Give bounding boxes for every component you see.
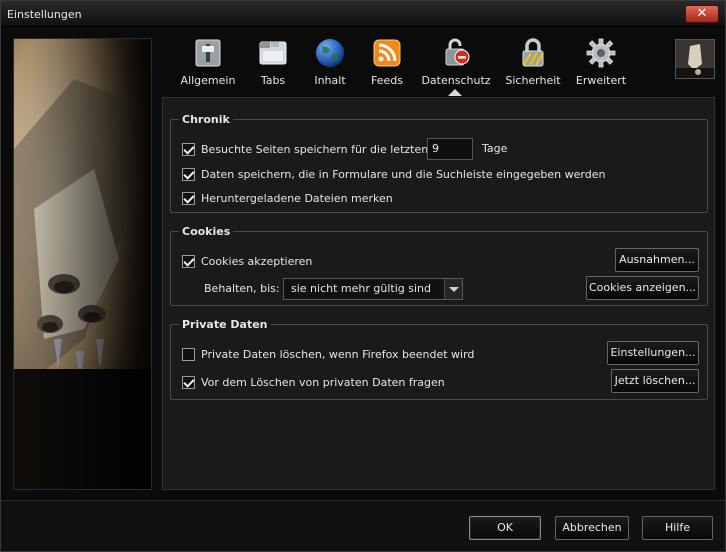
history-days-unit: Tage — [482, 142, 508, 155]
keep-until-select[interactable]: sie nicht mehr gültig sind — [283, 278, 463, 300]
tabs-window-icon — [259, 41, 287, 65]
history-group-title: Chronik — [179, 113, 233, 126]
clear-now-button[interactable]: Jetzt löschen... — [611, 369, 699, 393]
ask-before-clear-label: Vor dem Löschen von privaten Daten frage… — [201, 375, 445, 389]
cookies-accept-checkbox[interactable] — [182, 254, 195, 268]
rss-feed-icon — [373, 39, 401, 67]
cookie-exceptions-button[interactable]: Ausnahmen... — [615, 248, 699, 272]
theme-avatar — [675, 39, 715, 79]
tab-erweitert[interactable]: Erweitert — [573, 33, 629, 89]
history-days-input[interactable]: 9 — [427, 138, 473, 160]
clear-on-exit-row[interactable]: Private Daten löschen, wenn Firefox been… — [182, 346, 474, 362]
tab-sicherheit[interactable]: Sicherheit — [503, 33, 563, 89]
cookies-group-title: Cookies — [179, 225, 234, 238]
forms-label: Daten speichern, die in Formulare und di… — [201, 167, 606, 181]
downloads-label: Heruntergeladene Dateien merken — [201, 191, 393, 205]
tab-datenschutz[interactable]: Datenschutz — [419, 33, 493, 89]
tab-inhalt[interactable]: Inhalt — [307, 33, 353, 89]
help-button[interactable]: Hilfe — [642, 516, 713, 540]
theme-side-image — [13, 38, 152, 490]
title-bar[interactable]: Einstellungen ✕ — [1, 1, 725, 27]
window-title: Einstellungen — [7, 8, 82, 21]
keep-until-value: sie nicht mehr gültig sind — [291, 282, 431, 295]
clear-on-exit-label: Private Daten löschen, wenn Firefox been… — [201, 347, 475, 361]
selected-tab-indicator — [448, 89, 462, 96]
ask-before-clear-row[interactable]: Vor dem Löschen von privaten Daten frage… — [182, 374, 445, 390]
private-data-group: Private Daten Private Daten löschen, wen… — [170, 318, 708, 400]
keep-until-label: Behalten, bis: — [204, 282, 280, 295]
cookies-accept-label: Cookies akzeptieren — [201, 254, 313, 268]
tab-feeds[interactable]: Feeds — [365, 33, 409, 89]
cookies-group: Cookies Cookies akzeptieren Ausnahmen...… — [170, 225, 708, 306]
general-switch-icon — [195, 39, 221, 67]
forms-row[interactable]: Daten speichern, die in Formulare und di… — [182, 166, 605, 182]
privacy-icon — [445, 38, 470, 66]
history-row[interactable]: Besuchte Seiten speichern für die letzte… — [182, 141, 428, 157]
gear-icon — [586, 38, 616, 68]
dialog-footer: OK Abbrechen Hilfe — [1, 500, 725, 551]
privacy-panel: Chronik Besuchte Seiten speichern für di… — [162, 97, 715, 490]
history-group: Chronik Besuchte Seiten speichern für di… — [170, 113, 708, 213]
history-label: Besuchte Seiten speichern für die letzte… — [201, 142, 429, 156]
downloads-row[interactable]: Heruntergeladene Dateien merken — [182, 190, 393, 206]
preferences-window: Einstellungen ✕ Allgemein Tabs Inhalt Fe… — [0, 0, 726, 552]
tab-tabs[interactable]: Tabs — [251, 33, 295, 89]
history-checkbox[interactable] — [182, 142, 195, 156]
clear-on-exit-checkbox[interactable] — [182, 347, 195, 361]
forms-checkbox[interactable] — [182, 167, 195, 181]
chevron-down-icon[interactable] — [444, 279, 462, 299]
cookies-accept-row[interactable]: Cookies akzeptieren — [182, 253, 312, 269]
close-button[interactable]: ✕ — [685, 5, 719, 23]
ask-before-clear-checkbox[interactable] — [182, 375, 195, 389]
show-cookies-button[interactable]: Cookies anzeigen... — [586, 276, 699, 300]
downloads-checkbox[interactable] — [182, 191, 195, 205]
cancel-button[interactable]: Abbrechen — [555, 516, 629, 540]
tab-allgemein[interactable]: Allgemein — [177, 33, 239, 89]
close-icon: ✕ — [696, 6, 708, 21]
preferences-toolbar: Allgemein Tabs Inhalt Feeds Datenschutz … — [163, 33, 715, 95]
ok-button[interactable]: OK — [469, 516, 541, 540]
private-data-group-title: Private Daten — [179, 318, 271, 331]
padlock-icon — [522, 38, 544, 67]
globe-icon — [316, 39, 344, 67]
private-data-settings-button[interactable]: Einstellungen... — [607, 341, 699, 365]
